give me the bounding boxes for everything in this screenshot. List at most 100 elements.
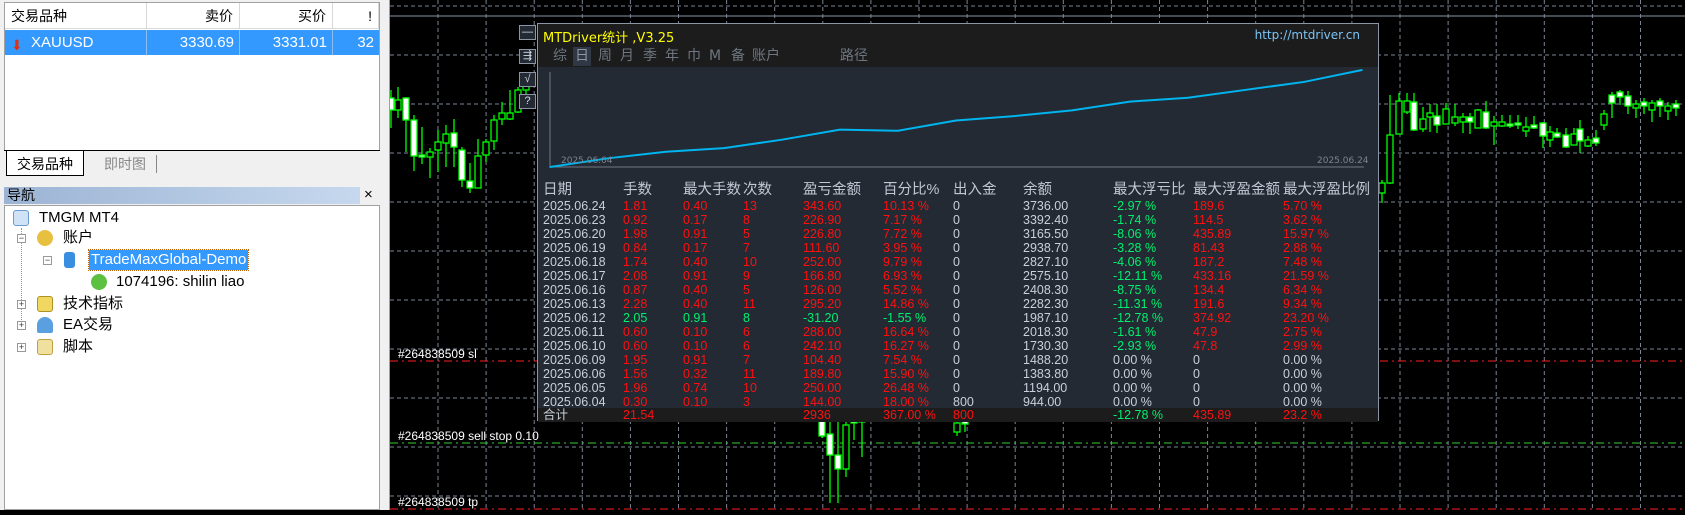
candle-body (402, 97, 410, 121)
cell-max-dd: -8.06 % (1113, 227, 1157, 241)
indicator-icon (37, 296, 53, 312)
candle-body (818, 420, 826, 437)
cell-pct: 14.86 % (883, 297, 929, 311)
down-arrow-icon: ⬇ (11, 37, 23, 53)
user-icon (91, 274, 107, 290)
equity-point (549, 166, 551, 168)
tree-item-accounts[interactable]: 账户 (63, 228, 93, 248)
cell-max-lots: 0.10 (683, 339, 708, 353)
candle-body (1640, 101, 1648, 107)
cell-pct: -1.55 % (883, 311, 927, 325)
tree-item-account-user[interactable]: 1074196: shilin liao (116, 272, 244, 292)
panel-tab-5[interactable]: 年 (663, 47, 681, 66)
panel-tab-9[interactable]: 账户 (750, 47, 782, 66)
column-header-ask[interactable]: 买价 (240, 3, 333, 29)
table-row: 2025.06.23 0.92 0.17 8 226.90 7.17 % 0 3392.40 -… (538, 213, 1378, 227)
cell-max-dd: -12.78 % (1113, 408, 1164, 422)
candle-body (1648, 102, 1656, 111)
tree-item-terminal[interactable]: TMGM MT4 (39, 208, 119, 228)
cell-max-float-profit: 47.8 (1193, 339, 1218, 353)
panel-tab-7[interactable]: M (707, 47, 723, 66)
cell-date: 2025.06.24 (543, 199, 606, 213)
tab-symbols[interactable]: 交易品种 (6, 151, 84, 176)
table-row: 2025.06.13 2.28 0.40 11 295.20 14.86 % 0 2282.3… (538, 297, 1378, 311)
close-icon[interactable]: × (364, 186, 373, 203)
cell-pnl: 288.00 (803, 325, 842, 339)
cell-deposit: 0 (953, 227, 960, 241)
tree-item-indicators[interactable]: 技术指标 (63, 294, 123, 314)
cell-trades: 9 (743, 269, 750, 283)
confirm-button[interactable]: √ (519, 72, 536, 87)
tree-item-experts[interactable]: EA交易 (63, 315, 113, 335)
expand-icon[interactable]: + (17, 343, 26, 352)
cell-lots: 0.60 (623, 339, 648, 353)
cell-lots: 2.05 (623, 311, 648, 325)
tree-item-server[interactable]: TradeMaxGlobal-Demo (87, 249, 250, 271)
collapse-icon[interactable]: − (17, 234, 26, 243)
cell-max-lots: 0.74 (683, 381, 708, 395)
cell-date: 合计 (543, 408, 569, 422)
cell-pct: 百分比% (883, 182, 940, 198)
cell-trades: 10 (743, 381, 757, 395)
panel-tab-10[interactable]: 路径 (838, 47, 870, 66)
cell-max-dd: -1.61 % (1113, 325, 1157, 339)
tree-item-scripts[interactable]: 脚本 (63, 337, 93, 357)
cell-pnl: -31.20 (803, 311, 839, 325)
cell-deposit: 0 (953, 241, 960, 255)
cell-deposit: 0 (953, 325, 960, 339)
panel-tab-2[interactable]: 周 (596, 47, 614, 66)
cell-date: 2025.06.23 (543, 213, 606, 227)
help-button[interactable]: ? (519, 94, 536, 109)
column-header-bid[interactable]: 卖价 (147, 3, 240, 29)
cell-pnl: 250.00 (803, 381, 842, 395)
candle-body (953, 422, 961, 433)
cell-max-lots: 0.91 (683, 269, 708, 283)
candle-body (1672, 103, 1680, 109)
accounts-icon (37, 230, 53, 246)
candle-body (434, 141, 442, 151)
cell-deposit: 0 (953, 311, 960, 325)
equity-point (839, 128, 841, 131)
expand-icon[interactable]: + (17, 321, 26, 330)
cell-pct: 7.54 % (883, 353, 922, 367)
candle-body (826, 433, 834, 456)
panel-tab-0[interactable]: 综 (551, 47, 569, 66)
candle-body (426, 151, 434, 158)
tab-tick-chart[interactable]: 即时图 (94, 155, 157, 173)
panel-tab-4[interactable]: 季 (641, 47, 659, 66)
cell-deposit: 0 (953, 213, 960, 227)
cell-balance: 2408.30 (1023, 283, 1069, 297)
cell-max-float-profit: 81.43 (1193, 241, 1225, 255)
collapse-icon[interactable]: − (43, 256, 52, 265)
cell-date: 2025.06.04 (543, 395, 606, 409)
candle-body (418, 154, 426, 158)
cell-max-dd: -8.75 % (1113, 283, 1157, 297)
cell-deposit: 0 (953, 199, 960, 213)
candle-body (458, 149, 466, 181)
panel-tab-6[interactable]: 巾 (685, 47, 703, 66)
panel-title: MTDriver统计 ,V3.25 (543, 31, 675, 46)
column-header-spread[interactable]: ! (333, 3, 379, 29)
cell-pct: 6.93 % (883, 269, 922, 283)
settings-button[interactable]: ⇶ (519, 49, 536, 64)
cell-pnl: 226.80 (803, 227, 842, 241)
expand-icon[interactable]: + (17, 300, 26, 309)
table-row: 2025.06.04 0.30 0.10 3 144.00 18.00 % 800 944.0… (538, 395, 1378, 409)
cell-pct: 367.00 % (883, 408, 936, 422)
panel-tab-3[interactable]: 月 (618, 47, 636, 66)
minimize-button[interactable]: — (519, 25, 536, 40)
cell-max-lots: 0.17 (683, 241, 708, 255)
candle-body (1562, 134, 1570, 148)
cell-max-float-profit: 0 (1193, 395, 1200, 409)
cell-pct: 5.52 % (883, 283, 922, 297)
candle-body (1433, 115, 1441, 126)
cell-pnl: 144.00 (803, 395, 842, 409)
cell-max-float-profit: 47.9 (1193, 325, 1218, 339)
website-link[interactable]: http://mtdriver.cn (1255, 28, 1360, 42)
panel-tab-1[interactable]: 日 (573, 47, 591, 66)
cell-date: 2025.06.05 (543, 381, 606, 395)
panel-tab-8[interactable]: 备 (729, 47, 747, 66)
candle-body (1378, 182, 1386, 194)
column-header-symbol[interactable]: 交易品种 (5, 3, 147, 29)
equity-point (665, 150, 667, 153)
